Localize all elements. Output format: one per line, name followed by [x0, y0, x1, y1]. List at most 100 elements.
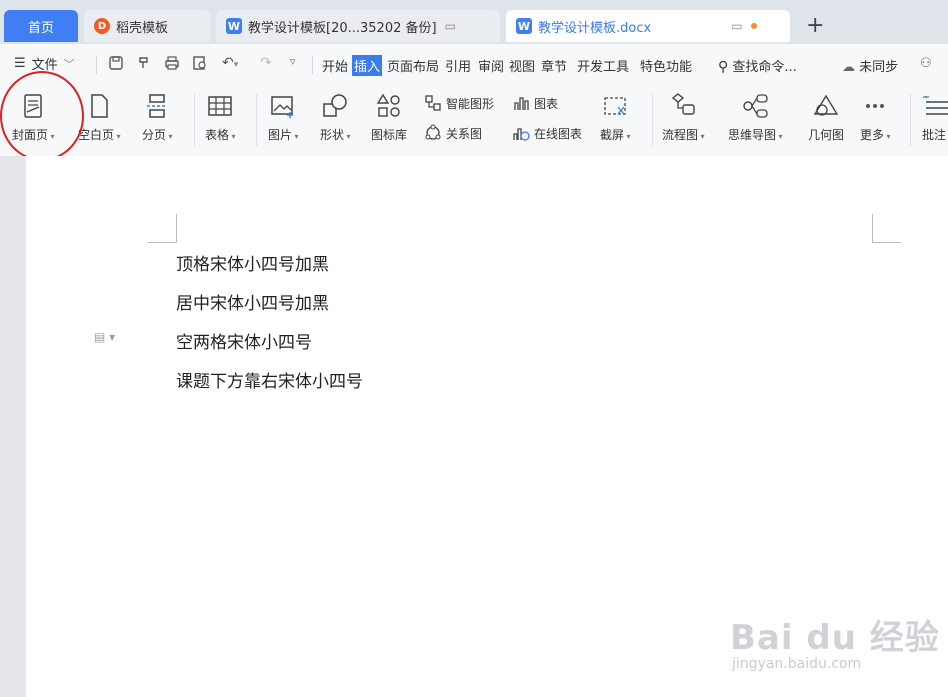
margin-corner-top-right	[872, 214, 901, 243]
tab-insert[interactable]: 插入	[352, 55, 383, 76]
blank-page-icon	[91, 94, 109, 118]
picture-icon	[271, 96, 294, 118]
tab-chapter[interactable]: 章节	[541, 56, 567, 75]
paragraph-handle-icon[interactable]: ▤ ▾	[94, 330, 115, 344]
geometry-label: 几何图	[808, 128, 845, 142]
tab-home[interactable]: 首页	[4, 10, 78, 42]
tab-developer[interactable]: 开发工具	[577, 56, 629, 75]
icon-library-label: 图标库	[371, 128, 408, 142]
online-chart-label: 在线图表	[534, 126, 583, 141]
table-icon	[208, 96, 233, 116]
new-tab-button[interactable]: +	[806, 14, 824, 38]
separator	[910, 94, 911, 146]
ribbon-insert: 封面页 ▾ 空白页 ▾ 分页 ▾ 表格 ▾ 图片 ▾ 形状 ▾ 图标库 智能图形…	[0, 84, 948, 156]
mindmap-label: 思维导图	[728, 128, 777, 142]
flowchart-button[interactable]: 流程图 ▾	[662, 92, 705, 143]
tab-view[interactable]: 视图	[509, 56, 535, 75]
doc-line-4[interactable]: 课题下方靠右宋体小四号	[176, 367, 363, 392]
picture-button[interactable]: 图片 ▾	[268, 92, 299, 143]
online-chart-button[interactable]: 在线图表	[512, 124, 582, 142]
cloud-icon: ☁	[842, 60, 855, 75]
tab-home-label: 首页	[27, 20, 54, 36]
tab-template-label: 稻壳模板	[116, 20, 169, 36]
online-chart-icon	[513, 128, 530, 141]
cover-page-icon	[24, 94, 43, 118]
blank-page-label: 空白页	[78, 128, 115, 142]
print-preview-icon[interactable]	[192, 55, 208, 75]
tab-template[interactable]: D 稻壳模板	[84, 10, 210, 42]
more-button[interactable]: 更多 ▾	[860, 92, 891, 143]
table-label: 表格	[205, 128, 230, 142]
tab-start[interactable]: 开始	[322, 56, 348, 75]
sync-label: 未同步	[859, 60, 899, 75]
tab-doc-active[interactable]: W 教学设计模板.docx ▭	[506, 10, 790, 42]
unsaved-dot-icon	[750, 23, 757, 29]
word-doc-icon: W	[226, 18, 242, 34]
left-margin-strip	[0, 156, 26, 697]
geometry-button[interactable]: 几何图	[808, 92, 844, 143]
search-command[interactable]: ⚲ 查找命令...	[718, 56, 797, 75]
comment-icon	[923, 96, 948, 115]
user-add-icon: ⚇	[920, 56, 932, 71]
doc-line-2[interactable]: 居中宋体小四号加黑	[176, 289, 329, 314]
mindmap-button[interactable]: 思维导图 ▾	[728, 92, 783, 143]
baidu-watermark-url: jingyan.baidu.com	[732, 656, 862, 672]
shape-label: 形状	[320, 128, 345, 142]
screenshot-button[interactable]: 截屏 ▾	[600, 92, 631, 143]
table-button[interactable]: 表格 ▾	[205, 92, 236, 143]
hamburger-icon: ☰	[14, 56, 26, 71]
redo-icon[interactable]: ↷	[260, 55, 272, 71]
word-doc-icon: W	[516, 18, 532, 34]
page-break-label: 分页	[142, 128, 167, 142]
relation-chart-icon	[425, 124, 441, 140]
monitor-icon: ▭	[444, 19, 456, 33]
cover-page-button[interactable]: 封面页 ▾	[12, 92, 55, 143]
smartart-label: 智能图形	[446, 96, 495, 111]
separator	[652, 94, 653, 146]
doc-line-1[interactable]: 顶格宋体小四号加黑	[176, 250, 329, 275]
file-menu-button[interactable]: ☰ 文件 ﹀	[14, 54, 75, 73]
chart-button[interactable]: 图表	[512, 94, 558, 112]
sync-status[interactable]: ☁ 未同步	[842, 56, 898, 75]
tab-page-layout[interactable]: 页面布局	[387, 56, 439, 75]
comment-button[interactable]: 批注	[920, 92, 948, 143]
tab-references[interactable]: 引用	[445, 56, 471, 75]
shape-button[interactable]: 形状 ▾	[320, 92, 351, 143]
doc-line-3[interactable]: 空两格宋体小四号	[176, 328, 312, 353]
print-icon[interactable]	[164, 55, 180, 75]
comment-label: 批注	[921, 128, 946, 142]
docer-logo-icon: D	[94, 18, 110, 34]
tab-special[interactable]: 特色功能	[640, 56, 692, 75]
undo-icon[interactable]: ↶▾	[222, 55, 238, 71]
tab-review[interactable]: 审阅	[478, 56, 504, 75]
tab-doc-backup[interactable]: W 教学设计模板[20...35202 备份] ▭	[216, 10, 500, 42]
monitor-icon: ▭	[731, 19, 743, 33]
mindmap-icon	[743, 94, 768, 118]
smartart-icon	[425, 95, 441, 111]
separator	[96, 56, 97, 74]
relation-chart-label: 关系图	[446, 126, 483, 141]
format-painter-icon[interactable]	[136, 55, 152, 75]
blank-page-button[interactable]: 空白页 ▾	[78, 92, 121, 143]
search-command-label: 查找命令...	[732, 60, 797, 75]
relation-chart-button[interactable]: 关系图	[424, 124, 482, 142]
customize-quick-access-icon[interactable]: ▿	[290, 55, 296, 68]
screenshot-label: 截屏	[600, 128, 625, 142]
flowchart-label: 流程图	[662, 128, 699, 142]
smartart-button[interactable]: 智能图形	[424, 94, 494, 112]
collaborate-button[interactable]: ⚇	[920, 56, 932, 71]
more-icon	[866, 104, 885, 108]
chart-label: 图表	[534, 96, 559, 111]
icon-library-button[interactable]: 图标库	[371, 92, 407, 143]
cover-page-label: 封面页	[12, 128, 49, 142]
separator	[194, 94, 195, 146]
flowchart-icon	[672, 93, 695, 115]
save-icon[interactable]	[108, 55, 124, 75]
separator	[312, 56, 313, 74]
separator	[256, 94, 257, 146]
margin-corner-top-left	[148, 214, 177, 243]
tab-bar: 首页 D 稻壳模板 W 教学设计模板[20...35202 备份] ▭ W 教学…	[0, 0, 948, 44]
menu-bar: ☰ 文件 ﹀ ↶▾ ↷ ▿ 开始 插入 页面布局 引用 审阅 视图 章节 开发工…	[0, 44, 948, 84]
more-label: 更多	[860, 128, 885, 142]
page-break-button[interactable]: 分页 ▾	[142, 92, 173, 143]
